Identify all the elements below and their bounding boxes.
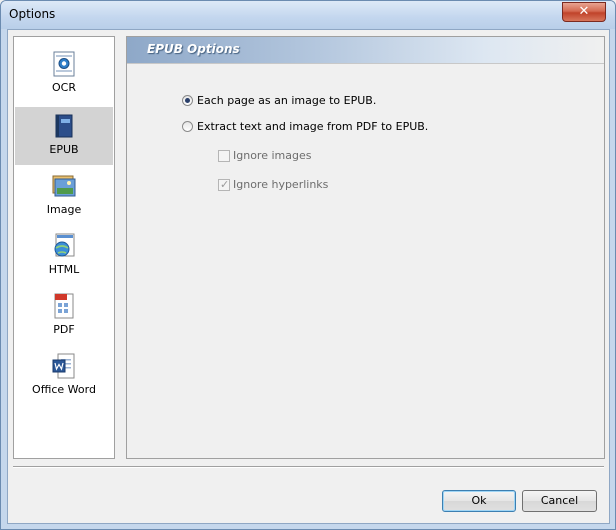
sidebar-item-html[interactable]: HTML: [15, 227, 113, 285]
cancel-button[interactable]: Cancel: [522, 490, 597, 512]
ok-button[interactable]: Ok: [442, 490, 516, 512]
window-title: Options: [9, 7, 56, 21]
epub-options-panel: EPUB Options Each page as an image to EP…: [126, 36, 605, 459]
word-icon: [52, 353, 75, 379]
pdf-icon: [54, 293, 74, 319]
category-sidebar: OCR EPUB Image HTML PDF Office Word: [13, 36, 115, 459]
sidebar-item-epub[interactable]: EPUB: [15, 107, 113, 165]
sidebar-item-label: OCR: [52, 81, 76, 94]
panel-title: EPUB Options: [147, 42, 240, 56]
close-icon: ✕: [578, 4, 590, 19]
checkmark-icon: ✓: [220, 178, 230, 191]
checkbox-box[interactable]: [218, 150, 230, 162]
image-icon: [52, 175, 76, 197]
panel-header: EPUB Options: [127, 37, 604, 64]
sidebar-item-label: EPUB: [49, 143, 79, 156]
dialog-body: OCR EPUB Image HTML PDF Office Word EPUB…: [7, 29, 610, 524]
sidebar-item-label: PDF: [53, 323, 75, 336]
title-bar[interactable]: Options ✕: [1, 1, 615, 29]
cancel-button-label: Cancel: [540, 494, 579, 507]
options-dialog: Options ✕ OCR EPUB Image HTML PDF Office…: [0, 0, 616, 530]
radio-selected-indicator[interactable]: [182, 95, 193, 106]
sidebar-item-label: Office Word: [32, 383, 96, 396]
footer-divider: [13, 466, 604, 468]
radio-label: Each page as an image to EPUB.: [197, 94, 377, 107]
sidebar-item-pdf[interactable]: PDF: [15, 287, 113, 345]
checkbox-box[interactable]: ✓: [218, 178, 230, 191]
sidebar-item-label: Image: [46, 203, 82, 216]
sidebar-item-image[interactable]: Image: [15, 167, 113, 225]
radio-indicator[interactable]: [182, 121, 193, 132]
checkbox-label: Ignore images: [233, 149, 312, 162]
ok-button-label: Ok: [471, 494, 487, 507]
close-button[interactable]: ✕: [562, 2, 606, 22]
radio-label: Extract text and image from PDF to EPUB.: [197, 120, 429, 133]
checkbox-label: Ignore hyperlinks: [233, 178, 329, 191]
html-globe-icon: [54, 233, 75, 257]
epub-book-icon: [55, 114, 73, 138]
sidebar-item-ocr[interactable]: OCR: [15, 45, 113, 103]
ocr-icon: [53, 51, 75, 77]
sidebar-item-office-word[interactable]: Office Word: [15, 347, 113, 405]
sidebar-item-label: HTML: [48, 263, 80, 276]
